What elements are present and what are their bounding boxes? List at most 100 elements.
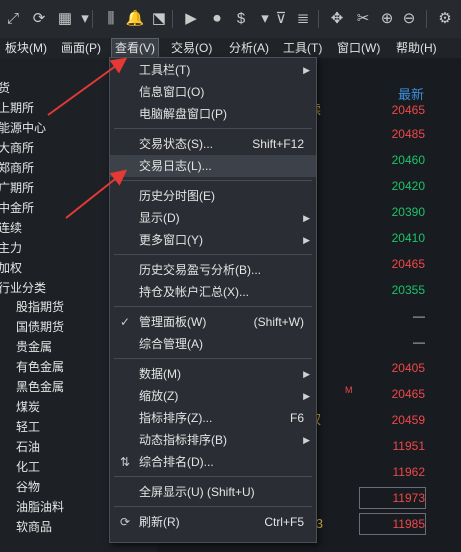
- toolbar-separator: [318, 10, 319, 28]
- kline-icon[interactable]: ⫼: [100, 9, 122, 29]
- tree-item[interactable]: 有色金属: [16, 357, 64, 377]
- tree-item[interactable]: 国债期货: [16, 317, 64, 337]
- tree-item[interactable]: 黑色金属: [16, 377, 64, 397]
- tree-item[interactable]: 能源中心: [0, 118, 46, 138]
- menu-item-label: 持仓及帐户汇总(X)...: [139, 285, 249, 299]
- menu-item-label: 缩放(Z): [139, 389, 179, 403]
- menu-item-label: 交易状态(S)...: [139, 137, 213, 151]
- view-menu-item[interactable]: 指标排序(Z)... F6: [110, 407, 316, 429]
- view-menu-item[interactable]: ⟳ 刷新(R) Ctrl+F5: [110, 511, 316, 533]
- view-menu-item[interactable]: 全屏显示(U) (Shift+U): [110, 481, 316, 503]
- tree-item[interactable]: 中金所: [0, 198, 34, 218]
- quote-last-price: 20390: [391, 205, 425, 219]
- tree-item[interactable]: 煤炭: [16, 397, 40, 417]
- expand-icon[interactable]: ⤢: [2, 9, 24, 29]
- tree-item[interactable]: 主力: [0, 238, 22, 258]
- menu-separator: [114, 128, 312, 129]
- view-menu-item[interactable]: 更多窗口(Y) ▶: [110, 229, 316, 251]
- view-menu-item[interactable]: 持仓及帐户汇总(X)...: [110, 281, 316, 303]
- bell-icon[interactable]: 🔔: [124, 9, 146, 29]
- tree-item[interactable]: 软商品: [16, 517, 52, 537]
- menu-separator: [114, 358, 312, 359]
- tree-item[interactable]: 轻工: [16, 417, 40, 437]
- menu-6[interactable]: 窗口(W): [334, 39, 383, 57]
- view-menu-item[interactable]: 交易状态(S)... Shift+F12: [110, 133, 316, 155]
- dollar-icon[interactable]: $: [230, 9, 252, 29]
- menu-7[interactable]: 帮助(H): [393, 39, 440, 57]
- record-icon[interactable]: ⏺: [206, 9, 228, 29]
- menu-item-label: 交易日志(L)...: [139, 159, 212, 173]
- menu-item-label: 工具栏(T): [139, 63, 191, 77]
- play-icon[interactable]: ▶: [180, 9, 202, 29]
- tree-item[interactable]: 油脂油料: [16, 497, 64, 517]
- tree-item[interactable]: 谷物: [16, 477, 40, 497]
- quote-last-price: 20355: [391, 283, 425, 297]
- menu-separator: [114, 506, 312, 507]
- menu-item-icon: ⟳: [119, 515, 131, 529]
- menu-3[interactable]: 交易(O): [168, 39, 215, 57]
- tool-icon[interactable]: ✂: [352, 9, 374, 29]
- list-icon[interactable]: ≣: [292, 9, 314, 29]
- tree-item[interactable]: 大商所: [0, 138, 34, 158]
- menu-item-label: 综合排名(D)...: [139, 455, 214, 469]
- tree-item[interactable]: 股指期货: [16, 297, 64, 317]
- tree-item[interactable]: 行业分类: [0, 278, 46, 298]
- quote-last-price: 20460: [391, 153, 425, 167]
- view-menu-item[interactable]: 信息窗口(O): [110, 81, 316, 103]
- menu-separator: [114, 254, 312, 255]
- menu-0[interactable]: 板块(M): [2, 39, 50, 57]
- refresh-icon[interactable]: ⟳: [28, 9, 50, 29]
- view-menu-item[interactable]: ⇅ 综合排名(D)...: [110, 451, 316, 473]
- quote-last-price: 20465: [391, 257, 425, 271]
- zoom-out-icon[interactable]: ⊖: [398, 9, 420, 29]
- tree-item[interactable]: 加权: [0, 258, 22, 278]
- tree-item[interactable]: 货: [0, 78, 10, 98]
- tree-item[interactable]: 化工: [16, 457, 40, 477]
- view-menu-item[interactable]: 动态指标排序(B) ▶: [110, 429, 316, 451]
- tree-item[interactable]: 连续: [0, 218, 22, 238]
- view-menu-dropdown: 工具栏(T) ▶ 信息窗口(O) 电脑解盘窗口(P) 交易状态(S)... Shift+F…: [109, 57, 317, 543]
- quote-last-price: 20465: [391, 103, 425, 117]
- menu-bar: 板块(M) 画面(P) 查看(V) 交易(O) 分析(A) 工具(T) 窗口(W) 帮助(H): [0, 38, 461, 58]
- menu-item-label: 数据(M): [139, 367, 181, 381]
- menu-2[interactable]: 查看(V): [111, 38, 159, 58]
- submenu-arrow-icon: ▶: [303, 65, 310, 75]
- menu-item-label: 综合管理(A): [139, 337, 203, 351]
- view-menu-item[interactable]: ✓ 管理面板(W) (Shift+W): [110, 311, 316, 333]
- menu-item-shortcut: (Shift+W): [253, 315, 304, 329]
- view-menu-item[interactable]: 电脑解盘窗口(P): [110, 103, 316, 125]
- view-menu-item[interactable]: 缩放(Z) ▶: [110, 385, 316, 407]
- submenu-arrow-icon: ▶: [303, 213, 310, 223]
- zoom-in-icon[interactable]: ⊕: [376, 9, 398, 29]
- view-menu-item[interactable]: 历史分时图(E): [110, 185, 316, 207]
- view-menu-item[interactable]: 显示(D) ▶: [110, 207, 316, 229]
- menu-item-label: 刷新(R): [139, 515, 180, 529]
- view-menu-item[interactable]: 交易日志(L)...: [110, 155, 316, 177]
- tree-item[interactable]: 贵金属: [16, 337, 52, 357]
- chart-icon[interactable]: ⬔: [148, 9, 170, 29]
- menu-item-icon: ⇅: [119, 455, 131, 469]
- menu-item-label: 历史分时图(E): [139, 189, 215, 203]
- grid-icon[interactable]: ▦: [54, 9, 76, 29]
- menu-5[interactable]: 工具(T): [280, 39, 325, 57]
- menu-item-shortcut: Ctrl+F5: [264, 515, 304, 529]
- menu-item-label: 更多窗口(Y): [139, 233, 203, 247]
- menu-1[interactable]: 画面(P): [58, 39, 104, 57]
- view-menu-item[interactable]: 工具栏(T) ▶: [110, 59, 316, 81]
- filter-icon[interactable]: ⊽: [270, 9, 292, 29]
- tree-item[interactable]: 石油: [16, 437, 40, 457]
- move-icon[interactable]: ✥: [326, 9, 348, 29]
- view-menu-item[interactable]: 历史交易盈亏分析(B)...: [110, 259, 316, 281]
- tree-item[interactable]: 上期所: [0, 98, 34, 118]
- menu-item-label: 全屏显示(U) (Shift+U): [139, 485, 255, 499]
- tree-item[interactable]: 广期所: [0, 178, 34, 198]
- submenu-arrow-icon: ▶: [303, 391, 310, 401]
- view-menu-item[interactable]: 综合管理(A): [110, 333, 316, 355]
- quote-last-price: 20405: [391, 361, 425, 375]
- quote-last-price: 20485: [391, 127, 425, 141]
- menu-4[interactable]: 分析(A): [226, 39, 272, 57]
- menu-separator: [114, 180, 312, 181]
- view-menu-item[interactable]: 数据(M) ▶: [110, 363, 316, 385]
- settings-icon[interactable]: ⚙: [434, 9, 456, 29]
- tree-item[interactable]: 郑商所: [0, 158, 34, 178]
